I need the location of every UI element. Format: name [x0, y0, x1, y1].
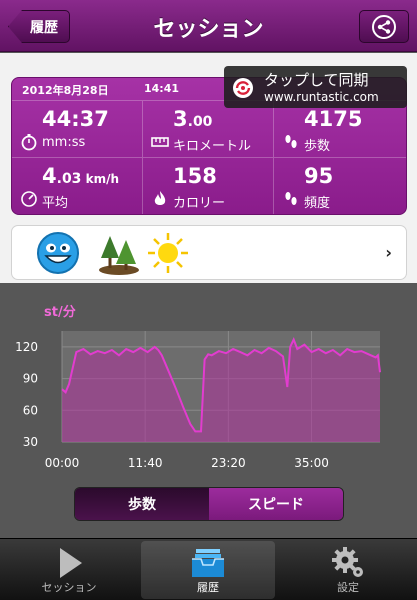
play-icon — [60, 548, 82, 578]
calories-label: カロリー — [173, 196, 226, 211]
smiley-icon — [37, 232, 79, 274]
gear-icon — [332, 547, 363, 577]
avg-speed-decimal: .03 — [56, 171, 82, 187]
stat-calories: 158 カロリー — [143, 157, 274, 214]
y-tick-label: 30 — [23, 435, 38, 449]
stopwatch-icon — [21, 134, 37, 151]
tab-steps[interactable]: 歩数 — [75, 488, 209, 520]
tab-settings-label: 設定 — [337, 581, 359, 594]
trees-icon — [99, 236, 139, 275]
avg-speed-label: 平均 — [42, 196, 69, 211]
speedometer-icon — [21, 191, 37, 207]
tab-history-label: 履歴 — [197, 581, 219, 594]
steps-label: 歩数 — [304, 139, 331, 154]
sync-tooltip[interactable]: タップして同期 www.runtastic.com — [224, 66, 407, 108]
y-axis-label: st/分 — [44, 304, 76, 320]
distance-value-decimal: .00 — [187, 114, 213, 130]
calories-value: 158 — [173, 164, 217, 188]
tab-session[interactable]: セッション — [2, 541, 136, 599]
tab-bar: セッション 履歴 設定 — [0, 538, 417, 600]
cadence-area — [62, 339, 380, 442]
footprints-icon — [285, 135, 297, 148]
steps-value: 4175 — [304, 107, 363, 131]
distance-value-main: 3 — [173, 107, 188, 131]
chevron-right-icon: › — [385, 243, 392, 262]
inbox-tray-icon — [192, 549, 224, 577]
tab-session-label: セッション — [41, 581, 97, 594]
x-tick-label: 23:20 — [211, 456, 246, 470]
sync-icon — [233, 78, 253, 98]
distance-label: キロメートル — [173, 139, 252, 154]
cadence-value: 95 — [304, 164, 334, 188]
avg-speed-value: 4.03 km/h — [42, 164, 119, 188]
sun-icon — [148, 233, 188, 273]
tab-history[interactable]: 履歴 — [141, 541, 275, 599]
tab-settings[interactable]: 設定 — [281, 541, 415, 599]
y-tick-label: 120 — [15, 340, 38, 354]
session-date: 2012年8月28日 — [22, 84, 109, 97]
flame-icon — [154, 191, 166, 205]
x-tick-label: 35:00 — [294, 456, 329, 470]
share-icon — [372, 14, 396, 39]
tab-speed[interactable]: スピード — [209, 488, 343, 520]
cadence-label: 頻度 — [304, 196, 331, 211]
y-tick-label: 60 — [23, 403, 38, 417]
cadence-chart[interactable]: 120 90 60 30 00:00 11:40 23:20 35:00 st/分 — [0, 283, 417, 483]
chart-segmented-control: 歩数 スピード — [74, 487, 344, 521]
stat-duration: 44:37 mm:ss — [12, 100, 143, 157]
ruler-icon — [151, 137, 169, 147]
session-time: 14:41 — [144, 82, 180, 95]
footprints-icon — [285, 192, 297, 205]
stat-steps: 4175 歩数 — [274, 100, 406, 157]
stat-distance: 3.00 キロメートル — [143, 100, 274, 157]
y-tick-label: 90 — [23, 372, 38, 386]
conditions-card[interactable]: › — [11, 225, 407, 280]
avg-speed-unit: km/h — [81, 172, 120, 186]
stat-cadence: 95 頻度 — [274, 157, 406, 214]
sync-tooltip-title: タップして同期 — [264, 71, 369, 89]
x-tick-label: 00:00 — [45, 456, 80, 470]
distance-value: 3.00 — [173, 107, 212, 131]
stat-average-speed: 4.03 km/h 平均 — [12, 157, 143, 214]
duration-value: 44:37 — [42, 107, 109, 131]
stats-grid: 44:37 mm:ss 3.00 キロメートル 4175 歩数 4.03 km/… — [12, 100, 406, 214]
share-button[interactable] — [359, 10, 409, 43]
avg-speed-main: 4 — [42, 164, 57, 188]
sync-tooltip-url: www.runtastic.com — [264, 90, 379, 104]
duration-label: mm:ss — [42, 135, 86, 150]
page-title: セッション — [153, 17, 264, 42]
x-tick-label: 11:40 — [128, 456, 163, 470]
nav-bar: 履歴 セッション — [0, 0, 417, 52]
